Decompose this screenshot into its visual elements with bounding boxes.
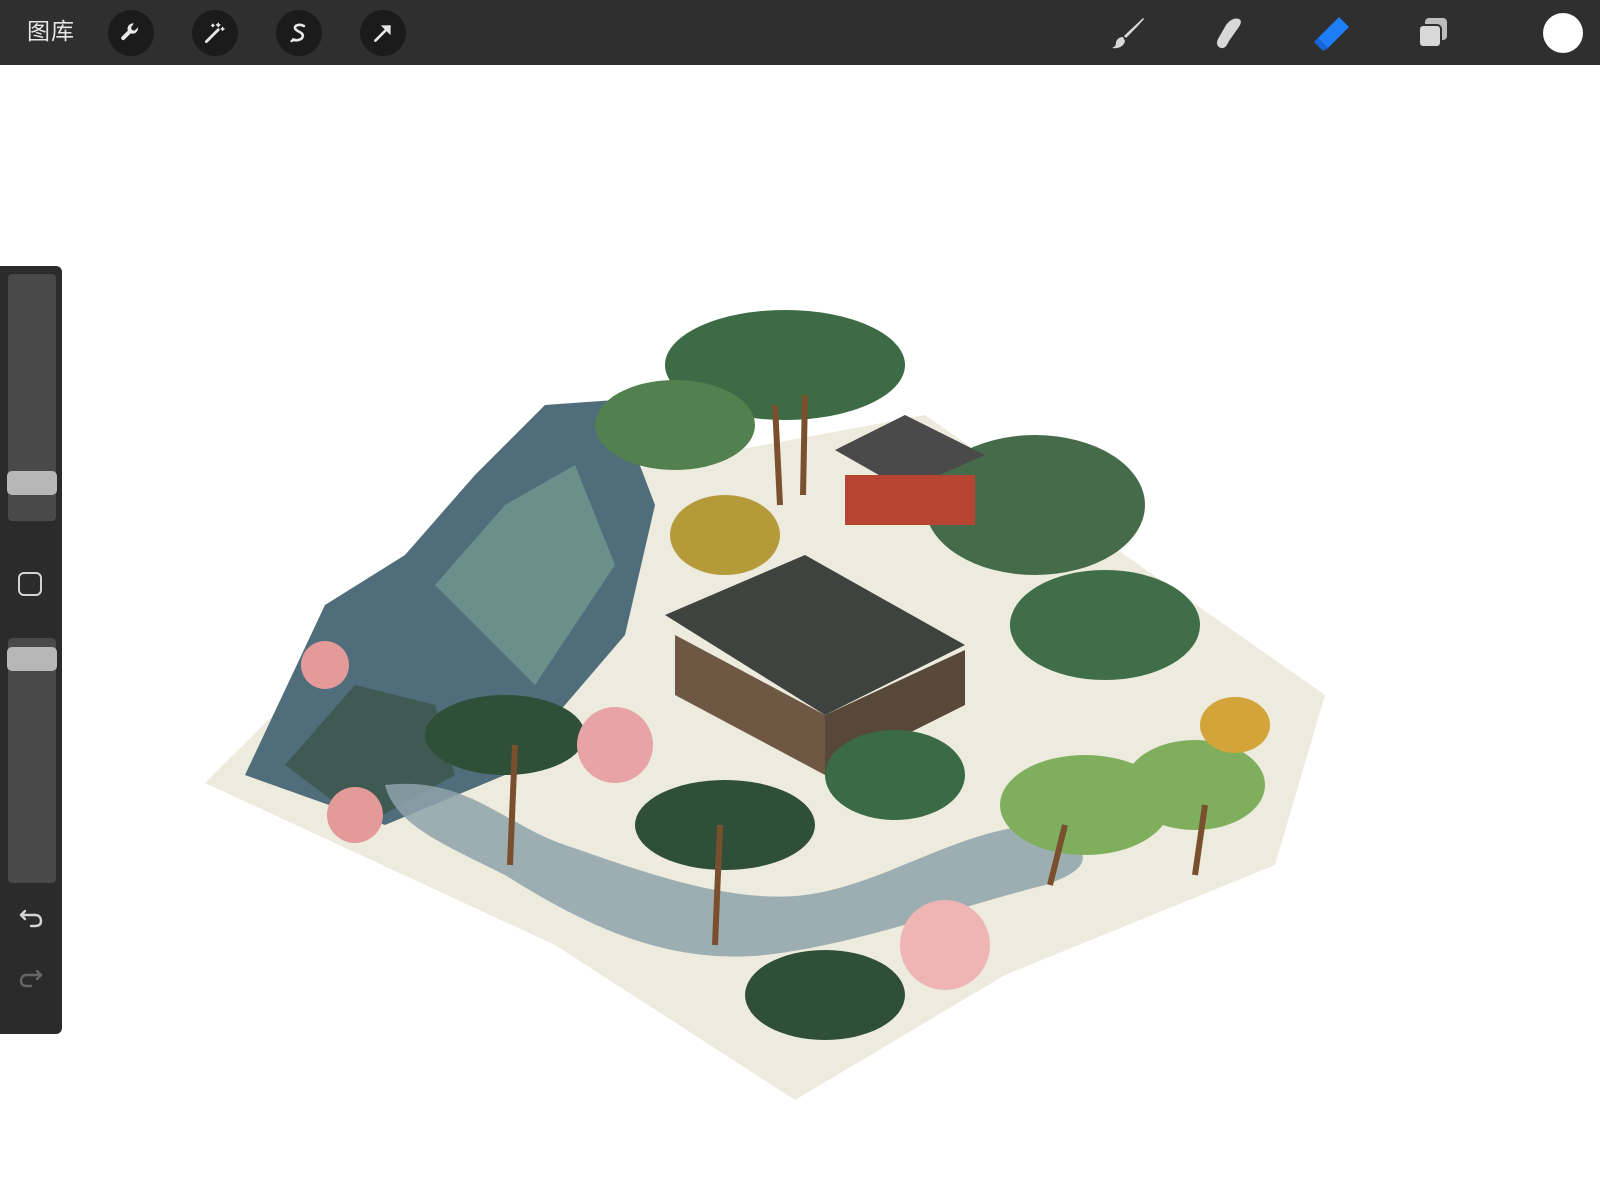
eraser-icon bbox=[1314, 17, 1349, 51]
transform-button[interactable] bbox=[360, 10, 406, 56]
magic-wand-icon bbox=[204, 22, 225, 44]
arrow-cursor-icon bbox=[374, 25, 391, 42]
wrench-icon bbox=[121, 23, 138, 41]
eraser-tool-button[interactable] bbox=[1308, 10, 1354, 56]
opacity-slider[interactable] bbox=[8, 638, 56, 883]
redo-arrow-icon bbox=[19, 969, 43, 988]
canvas-artwork bbox=[205, 305, 1360, 1120]
color-picker-button[interactable] bbox=[1543, 13, 1583, 53]
undo-button[interactable] bbox=[14, 900, 48, 934]
layers-icon bbox=[1418, 18, 1447, 48]
undo-arrow-icon bbox=[19, 909, 43, 928]
layers-button[interactable] bbox=[1410, 10, 1456, 56]
selection-button[interactable] bbox=[276, 10, 322, 56]
gallery-button[interactable]: 图库 bbox=[27, 15, 75, 49]
modifier-button[interactable] bbox=[18, 572, 42, 596]
brush-size-thumb[interactable] bbox=[7, 471, 57, 495]
garden-illustration bbox=[205, 310, 1325, 1100]
top-toolbar: 图库 bbox=[0, 0, 1600, 65]
redo-button[interactable] bbox=[14, 960, 48, 994]
adjustments-button[interactable] bbox=[192, 10, 238, 56]
smudge-tool-button[interactable] bbox=[1206, 10, 1252, 56]
smudge-finger-icon bbox=[1217, 18, 1241, 49]
opacity-thumb[interactable] bbox=[7, 647, 57, 671]
selection-s-icon bbox=[290, 23, 306, 43]
brush-tool-button[interactable] bbox=[1105, 10, 1151, 56]
actions-button[interactable] bbox=[108, 10, 154, 56]
left-sidebar bbox=[0, 266, 62, 1034]
brush-icon bbox=[1112, 18, 1144, 49]
